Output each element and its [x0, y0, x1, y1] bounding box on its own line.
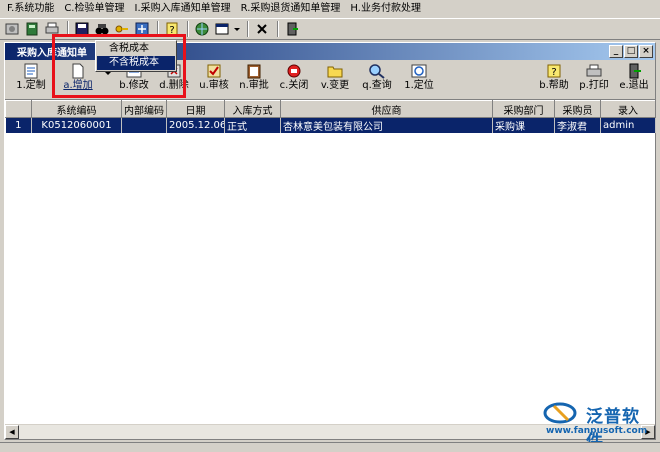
table-cell: 2005.12.06	[166, 117, 225, 133]
row-number-header[interactable]	[5, 100, 32, 118]
svg-text:?: ?	[551, 67, 556, 78]
child-window: 采购入库通知单 _ □ × 1.定制 a.增加 b.修改 d.删除 u.审核 n…	[4, 42, 656, 440]
calculator-icon[interactable]	[23, 20, 41, 38]
query-button[interactable]: q.查询	[357, 61, 397, 95]
print-label: p.打印	[579, 80, 609, 91]
checkbox-icon	[205, 63, 223, 79]
custom-label: 1.定制	[16, 80, 46, 91]
menu-system[interactable]: F.系统功能	[2, 1, 59, 17]
toolbar-separator	[187, 21, 189, 37]
column-header[interactable]: 日期	[166, 100, 225, 118]
menu-payment[interactable]: H.业务付款处理	[345, 1, 426, 17]
add-label: a.增加	[63, 80, 93, 91]
printer-icon[interactable]	[43, 20, 61, 38]
delete-label: d.删除	[159, 80, 189, 91]
change-label: v.变更	[320, 80, 350, 91]
menu-return-notice[interactable]: R.采购退货通知单管理	[236, 1, 346, 17]
exit-icon[interactable]	[283, 20, 301, 38]
column-header[interactable]: 采购部门	[492, 100, 555, 118]
help-icon[interactable]: ?	[163, 20, 181, 38]
exit-label: e.退出	[619, 80, 649, 91]
key-icon[interactable]	[113, 20, 131, 38]
column-header[interactable]: 录入	[600, 100, 656, 118]
close-button[interactable]: c.关闭	[275, 61, 313, 95]
logo-url: www.fanpusoft.com	[546, 426, 648, 436]
window-title: 采购入库通知单	[17, 48, 87, 59]
column-header[interactable]: 入库方式	[224, 100, 281, 118]
folder-icon	[326, 63, 344, 79]
data-grid[interactable]: 系统编码 内部编码 日期 入库方式 供应商 采购部门 采购员 录入 1 K051…	[5, 99, 656, 424]
menu-inspection[interactable]: C.检验单管理	[59, 1, 129, 17]
clipboard-icon	[245, 63, 263, 79]
move-icon[interactable]	[133, 20, 151, 38]
menu-item-tax-exclusive-cost[interactable]: 不含税成本	[97, 56, 175, 70]
table-cell: 杏林意美包装有限公司	[280, 117, 493, 133]
approve-button[interactable]: n.审批	[235, 61, 273, 95]
stop-icon	[285, 63, 303, 79]
exit-button[interactable]: e.退出	[615, 61, 653, 95]
toolbar-separator	[67, 21, 69, 37]
row-number-cell: 1	[5, 117, 32, 133]
toolbar-separator	[277, 21, 279, 37]
toolbar-separator	[247, 21, 249, 37]
save-icon[interactable]	[73, 20, 91, 38]
table-header-row: 系统编码 内部编码 日期 入库方式 供应商 采购部门 采购员 录入	[5, 100, 656, 118]
column-header[interactable]: 供应商	[280, 100, 493, 118]
status-bar	[0, 442, 660, 449]
notepad-icon	[22, 63, 40, 79]
help-book-icon: ?	[545, 63, 563, 79]
menu-inbound-notice[interactable]: I.采购入库通知单管理	[130, 1, 236, 17]
table-cell: 采购课	[492, 117, 555, 133]
scroll-left-button[interactable]: ◀	[5, 425, 19, 439]
column-header[interactable]: 系统编码	[31, 100, 122, 118]
window-icon[interactable]	[213, 20, 231, 38]
column-header[interactable]: 内部编码	[121, 100, 167, 118]
change-button[interactable]: v.变更	[315, 61, 355, 95]
maximize-button[interactable]: □	[624, 45, 638, 58]
main-toolbar: ?	[0, 18, 660, 40]
custom-button[interactable]: 1.定制	[9, 61, 53, 95]
query-label: q.查询	[362, 80, 392, 91]
column-header[interactable]: 采购员	[554, 100, 601, 118]
minimize-button[interactable]: _	[609, 45, 623, 58]
locate-label: 1.定位	[404, 80, 434, 91]
table-cell: 正式	[224, 117, 281, 133]
review-label: u.审核	[199, 80, 229, 91]
svg-text:?: ?	[169, 25, 174, 36]
fanpusoft-logo: 泛普软件 www.fanpusoft.com	[538, 400, 656, 452]
help-button[interactable]: ? b.帮助	[535, 61, 573, 95]
new-document-icon	[69, 63, 87, 79]
edit-label: b.修改	[119, 80, 149, 91]
approve-label: n.审批	[239, 80, 269, 91]
locate-icon	[410, 63, 428, 79]
window-controls: _ □ ×	[609, 45, 653, 58]
close-icon[interactable]	[253, 20, 271, 38]
table-cell	[121, 117, 167, 133]
chevron-down-icon[interactable]	[233, 20, 241, 38]
help-label: b.帮助	[539, 80, 569, 91]
globe-icon[interactable]	[193, 20, 211, 38]
print-button[interactable]: p.打印	[575, 61, 613, 95]
printer-icon	[585, 63, 603, 79]
exit-door-icon	[625, 63, 643, 79]
data-table: 系统编码 内部编码 日期 入库方式 供应商 采购部门 采购员 录入 1 K051…	[5, 100, 656, 133]
close-window-button[interactable]: ×	[639, 45, 653, 58]
tools-icon[interactable]	[3, 20, 21, 38]
review-button[interactable]: u.审核	[195, 61, 233, 95]
menu-item-tax-inclusive-cost[interactable]: 含税成本	[97, 42, 175, 56]
toolbar-separator	[157, 21, 159, 37]
binoculars-icon[interactable]	[93, 20, 111, 38]
search-icon	[368, 63, 386, 79]
table-cell: 李淑君	[554, 117, 601, 133]
table-cell: K0512060001	[31, 117, 122, 133]
table-cell: admin	[600, 117, 656, 133]
close-label: c.关闭	[279, 80, 309, 91]
locate-button[interactable]: 1.定位	[399, 61, 439, 95]
add-dropdown-menu: 含税成本 不含税成本	[95, 40, 177, 72]
logo-mark-icon	[543, 402, 577, 424]
menu-bar: F.系统功能 C.检验单管理 I.采购入库通知单管理 R.采购退货通知单管理 H…	[0, 0, 660, 18]
table-row[interactable]: 1 K0512060001 2005.12.06 正式 杏林意美包装有限公司 采…	[5, 117, 656, 133]
